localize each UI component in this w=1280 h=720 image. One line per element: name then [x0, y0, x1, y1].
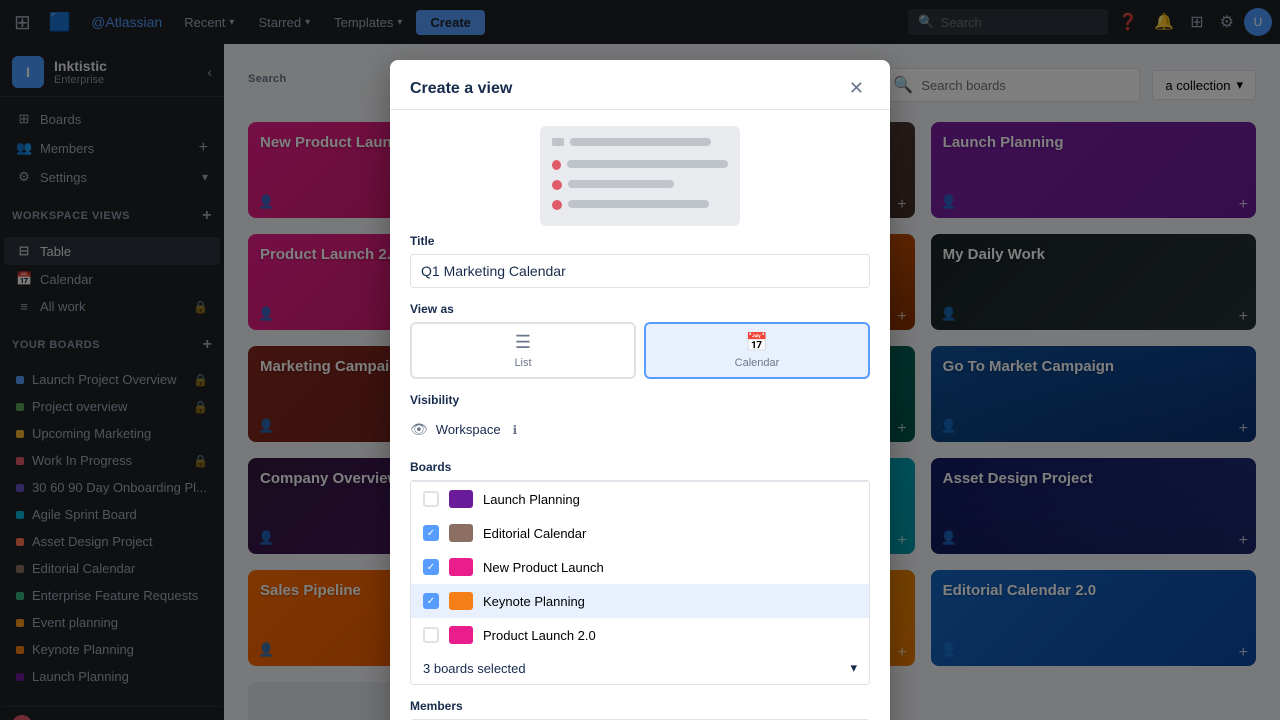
title-label: Title [410, 234, 870, 248]
boards-chevron-icon: ▾ [850, 660, 857, 676]
view-option-calendar[interactable]: 📅 Calendar [644, 322, 870, 379]
boards-options-list: Launch Planning ✓ Editorial Calendar ✓ N… [411, 481, 869, 652]
view-as-group: View as ☰ List 📅 Calendar [410, 302, 870, 379]
boards-group: Boards Launch Planning ✓ Editorial Calen… [410, 460, 870, 685]
eye-icon: 👁 [410, 421, 428, 438]
boards-dropdown-summary[interactable]: 3 boards selected ▾ [411, 652, 869, 684]
members-group: Members 👤 No members 👤 Cards assigned to… [410, 699, 870, 720]
modal-body: Title View as ☰ List 📅 Calendar Vi [390, 234, 890, 720]
board-checkbox-product-launch-20[interactable] [423, 627, 439, 643]
boards-label: Boards [410, 460, 870, 474]
view-option-list[interactable]: ☰ List [410, 322, 636, 379]
preview-line3 [568, 180, 674, 188]
preview-row2 [552, 160, 728, 174]
view-as-options: ☰ List 📅 Calendar [410, 322, 870, 379]
board-option-product-launch-20[interactable]: Product Launch 2.0 [411, 618, 869, 652]
board-checkbox-editorial-calendar[interactable]: ✓ [423, 525, 439, 541]
preview-line2 [567, 160, 728, 168]
visibility-row: 👁 Workspace ℹ [410, 413, 870, 446]
preview-line4 [568, 200, 709, 208]
boards-selector: Launch Planning ✓ Editorial Calendar ✓ N… [410, 480, 870, 685]
board-thumb-launch-planning [449, 490, 473, 508]
board-checkbox-new-product-launch[interactable]: ✓ [423, 559, 439, 575]
board-option-new-product-launch[interactable]: ✓ New Product Launch [411, 550, 869, 584]
preview-dot2 [552, 180, 562, 190]
create-view-modal: Create a view ✕ [390, 60, 890, 720]
board-option-editorial-calendar[interactable]: ✓ Editorial Calendar [411, 516, 869, 550]
modal-close-button[interactable]: ✕ [843, 76, 870, 101]
board-checkbox-launch-planning[interactable] [423, 491, 439, 507]
preview-row1 [552, 138, 728, 152]
modal-header: Create a view ✕ [390, 60, 890, 110]
calendar-view-icon: 📅 [746, 332, 768, 353]
board-checkbox-keynote-planning[interactable]: ✓ [423, 593, 439, 609]
view-as-label: View as [410, 302, 870, 316]
preview-row4 [552, 200, 728, 214]
preview-mockup [540, 126, 740, 226]
board-thumb-keynote-planning [449, 592, 473, 610]
board-option-keynote-planning[interactable]: ✓ Keynote Planning [411, 584, 869, 618]
preview-dot3 [552, 200, 562, 210]
modal-overlay[interactable]: Create a view ✕ [0, 0, 1280, 720]
board-thumb-product-launch-20 [449, 626, 473, 644]
preview-row3 [552, 180, 728, 194]
preview-cell [552, 138, 564, 146]
list-view-icon: ☰ [515, 332, 531, 353]
board-thumb-editorial-calendar [449, 524, 473, 542]
visibility-group: Visibility 👁 Workspace ℹ [410, 393, 870, 446]
board-option-launch-planning[interactable]: Launch Planning [411, 482, 869, 516]
visibility-info-icon: ℹ [513, 423, 518, 437]
modal-preview [390, 110, 890, 234]
preview-line [570, 138, 711, 146]
modal-title: Create a view [410, 80, 512, 98]
preview-dot1 [552, 160, 561, 170]
title-group: Title [410, 234, 870, 288]
title-input[interactable] [410, 254, 870, 288]
board-thumb-new-product-launch [449, 558, 473, 576]
members-label: Members [410, 699, 870, 713]
visibility-label: Visibility [410, 393, 870, 407]
preview-image [540, 126, 740, 226]
